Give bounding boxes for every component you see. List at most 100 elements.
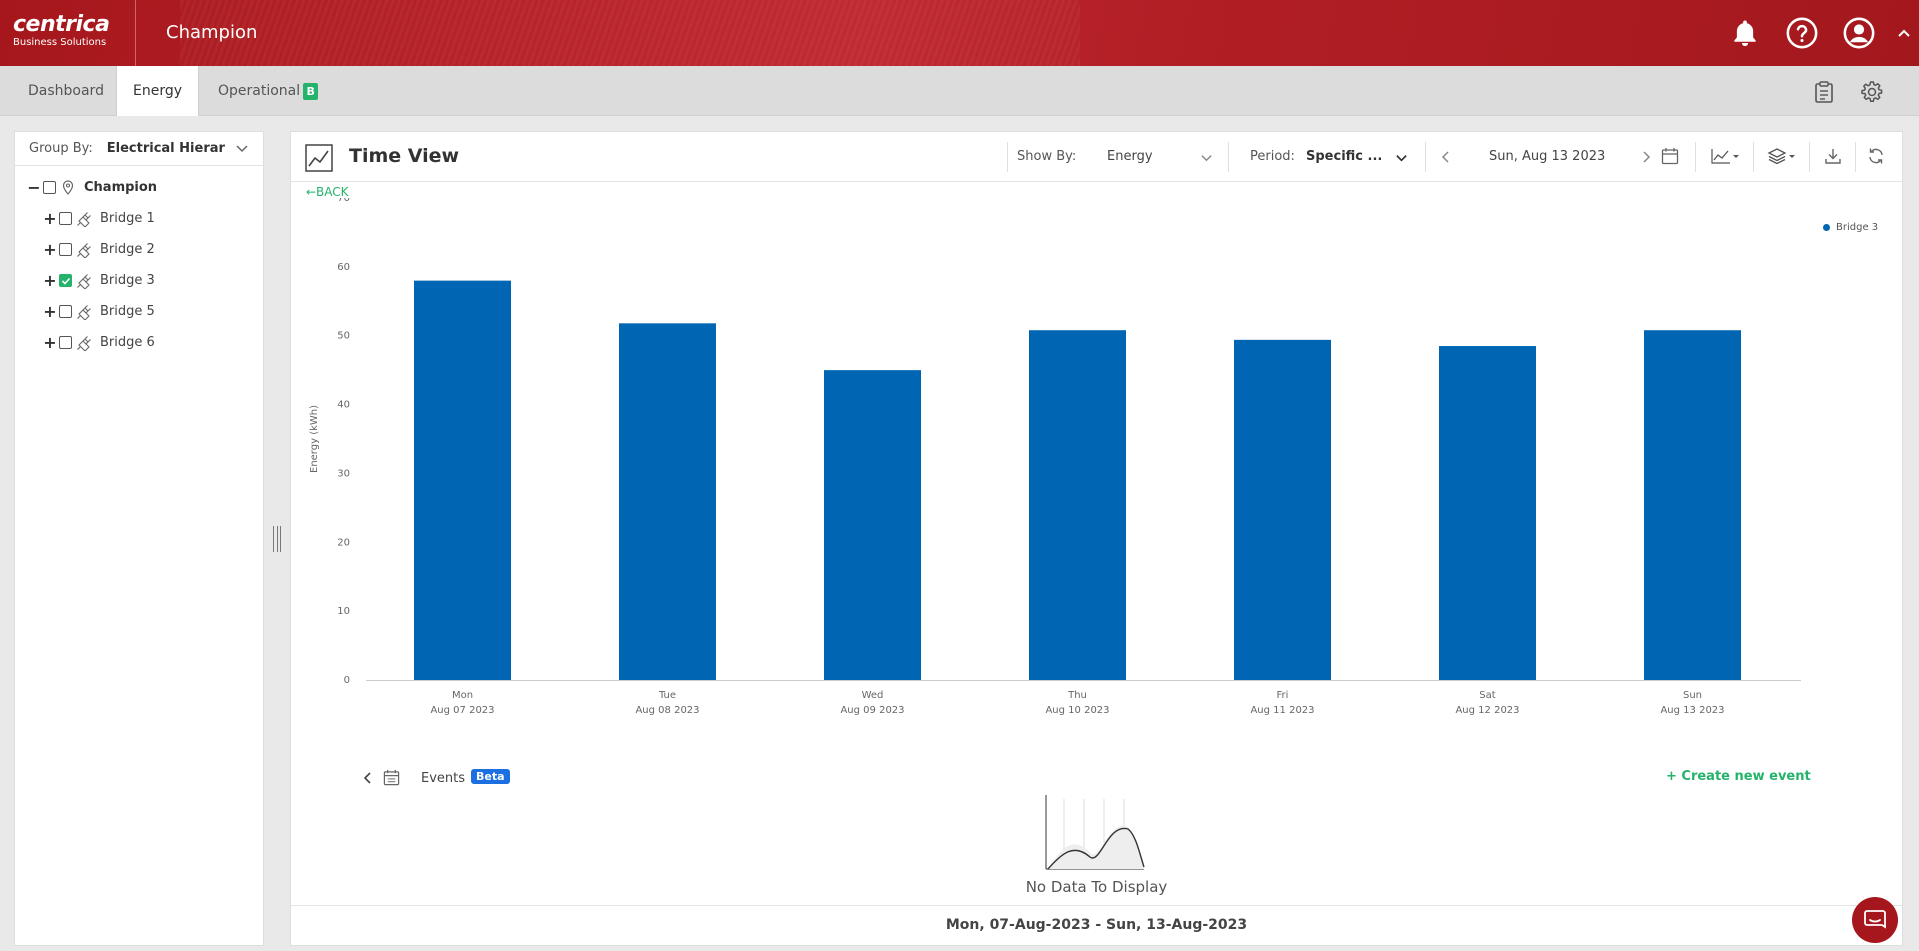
clipboard-icon[interactable] bbox=[1810, 78, 1838, 106]
chevron-up-icon[interactable] bbox=[1892, 15, 1916, 51]
panel-resize-handle[interactable] bbox=[273, 526, 281, 552]
tree-node-label: Bridge 6 bbox=[100, 335, 155, 350]
plug-icon bbox=[76, 211, 92, 227]
tab-label: Energy bbox=[133, 83, 183, 99]
x-tick-day: Sat bbox=[1479, 690, 1495, 701]
x-tick-date: Aug 07 2023 bbox=[430, 705, 494, 716]
period-select[interactable]: Specific ... bbox=[1306, 149, 1382, 164]
show-by-select[interactable]: Energy bbox=[1107, 149, 1153, 164]
tree-checkbox[interactable] bbox=[59, 336, 72, 349]
legend-swatch bbox=[1823, 224, 1830, 231]
tree-checkbox[interactable] bbox=[43, 181, 56, 194]
tree-node-bridge-3[interactable]: + Bridge 3 bbox=[15, 265, 263, 296]
time-view-panel: Time View Show By: Energy Period: Specif… bbox=[290, 131, 1903, 946]
x-tick-day: Wed bbox=[862, 690, 884, 701]
events-bar: Events Beta + Create new event bbox=[291, 764, 1902, 794]
location-pin-icon bbox=[60, 180, 76, 196]
chart-type-icon[interactable] bbox=[1711, 148, 1741, 164]
calendar-icon[interactable] bbox=[383, 769, 400, 790]
y-tick-label: 40 bbox=[337, 400, 350, 411]
group-by-select[interactable]: Group By: Electrical Hierarchy bbox=[15, 132, 263, 166]
toolbar-divider bbox=[1753, 142, 1754, 172]
bar-thu bbox=[1029, 330, 1126, 680]
y-tick-label: 60 bbox=[337, 262, 350, 273]
help-icon[interactable] bbox=[1784, 15, 1820, 51]
tree-node-bridge-6[interactable]: + Bridge 6 bbox=[15, 327, 263, 358]
x-tick-date: Aug 13 2023 bbox=[1660, 705, 1724, 716]
collapse-toggle[interactable]: − bbox=[27, 178, 41, 197]
app-title: Champion bbox=[166, 22, 258, 43]
hierarchy-sidebar: Group By: Electrical Hierarchy − Champio… bbox=[14, 131, 264, 946]
centrica-logo[interactable]: centrica Business Solutions bbox=[13, 12, 110, 49]
expand-toggle[interactable]: + bbox=[43, 240, 57, 259]
create-event-button[interactable]: + Create new event bbox=[1666, 769, 1811, 784]
tree-checkbox[interactable] bbox=[59, 243, 72, 256]
logo-name: centrica bbox=[13, 12, 110, 37]
chevron-right-icon[interactable] bbox=[1640, 150, 1652, 164]
tree-node-bridge-2[interactable]: + Bridge 2 bbox=[15, 234, 263, 265]
x-tick-day: Sun bbox=[1683, 690, 1702, 701]
y-tick-label: 50 bbox=[337, 331, 350, 342]
bell-icon[interactable] bbox=[1727, 15, 1763, 51]
gear-icon[interactable] bbox=[1858, 78, 1886, 106]
tree-node-champion[interactable]: − Champion bbox=[15, 172, 263, 203]
logo-subtitle: Business Solutions bbox=[13, 37, 107, 48]
tree-node-label: Champion bbox=[84, 180, 158, 195]
user-icon[interactable] bbox=[1841, 15, 1877, 51]
x-tick-date: Aug 11 2023 bbox=[1250, 705, 1314, 716]
beta-badge: Beta bbox=[471, 769, 510, 784]
tab-dashboard[interactable]: Dashboard bbox=[12, 66, 120, 116]
tree-node-bridge-1[interactable]: + Bridge 1 bbox=[15, 203, 263, 234]
tab-energy[interactable]: Energy bbox=[116, 66, 199, 116]
hierarchy-tree: − Champion + Bridge 1 + Bridge 2 + Bridg… bbox=[15, 166, 263, 358]
header-background-texture bbox=[180, 0, 1080, 66]
chevron-down-icon[interactable] bbox=[1200, 151, 1213, 164]
time-view-toolbar: Time View Show By: Energy Period: Specif… bbox=[291, 132, 1902, 182]
group-by-label: Group By: bbox=[29, 141, 93, 156]
line-chart-icon bbox=[305, 144, 333, 176]
tree-checkbox[interactable] bbox=[59, 305, 72, 318]
calendar-icon[interactable] bbox=[1661, 147, 1679, 165]
y-tick-label: 10 bbox=[337, 606, 350, 617]
plug-icon bbox=[76, 242, 92, 258]
date-display[interactable]: Sun, Aug 13 2023 bbox=[1489, 149, 1605, 164]
tree-checkbox-checked[interactable] bbox=[59, 274, 72, 287]
tab-label: Operational bbox=[218, 83, 301, 99]
chevron-left-icon[interactable] bbox=[1440, 150, 1452, 164]
chevron-down-icon[interactable] bbox=[1395, 151, 1408, 164]
events-label: Events bbox=[421, 771, 466, 786]
expand-toggle[interactable]: + bbox=[43, 209, 57, 228]
toolbar-divider bbox=[1228, 142, 1229, 172]
checkmark-icon bbox=[61, 277, 70, 285]
y-tick-label: 70 bbox=[337, 198, 350, 204]
chart-legend[interactable]: Bridge 3 bbox=[1823, 222, 1878, 233]
no-data-message: No Data To Display bbox=[1025, 878, 1168, 896]
beta-badge: B bbox=[303, 82, 319, 100]
chat-launcher-button[interactable] bbox=[1852, 897, 1898, 943]
tree-node-label: Bridge 5 bbox=[100, 304, 155, 319]
refresh-icon[interactable] bbox=[1867, 147, 1885, 165]
x-tick-day: Tue bbox=[658, 690, 676, 701]
expand-toggle[interactable]: + bbox=[43, 271, 57, 290]
chevron-down-icon bbox=[235, 141, 249, 159]
bar-tue bbox=[619, 323, 716, 680]
chevron-left-icon[interactable] bbox=[363, 770, 373, 789]
download-icon[interactable] bbox=[1824, 147, 1842, 165]
tree-node-label: Bridge 2 bbox=[100, 242, 155, 257]
toolbar-divider bbox=[1855, 142, 1856, 172]
toolbar-divider bbox=[1007, 142, 1008, 172]
bar-fri bbox=[1234, 339, 1331, 680]
y-axis-label: Energy (kWh) bbox=[309, 405, 320, 473]
tab-operational[interactable]: Operational B bbox=[202, 66, 334, 116]
x-tick-date: Aug 08 2023 bbox=[635, 705, 699, 716]
legend-label: Bridge 3 bbox=[1836, 222, 1879, 233]
expand-toggle[interactable]: + bbox=[43, 333, 57, 352]
bar-sun bbox=[1644, 330, 1741, 680]
toolbar-divider bbox=[1425, 142, 1426, 172]
x-tick-day: Mon bbox=[452, 690, 473, 701]
layers-icon[interactable] bbox=[1767, 147, 1797, 165]
back-link[interactable]: ←BACK bbox=[306, 185, 349, 199]
expand-toggle[interactable]: + bbox=[43, 302, 57, 321]
tree-checkbox[interactable] bbox=[59, 212, 72, 225]
tree-node-bridge-5[interactable]: + Bridge 5 bbox=[15, 296, 263, 327]
